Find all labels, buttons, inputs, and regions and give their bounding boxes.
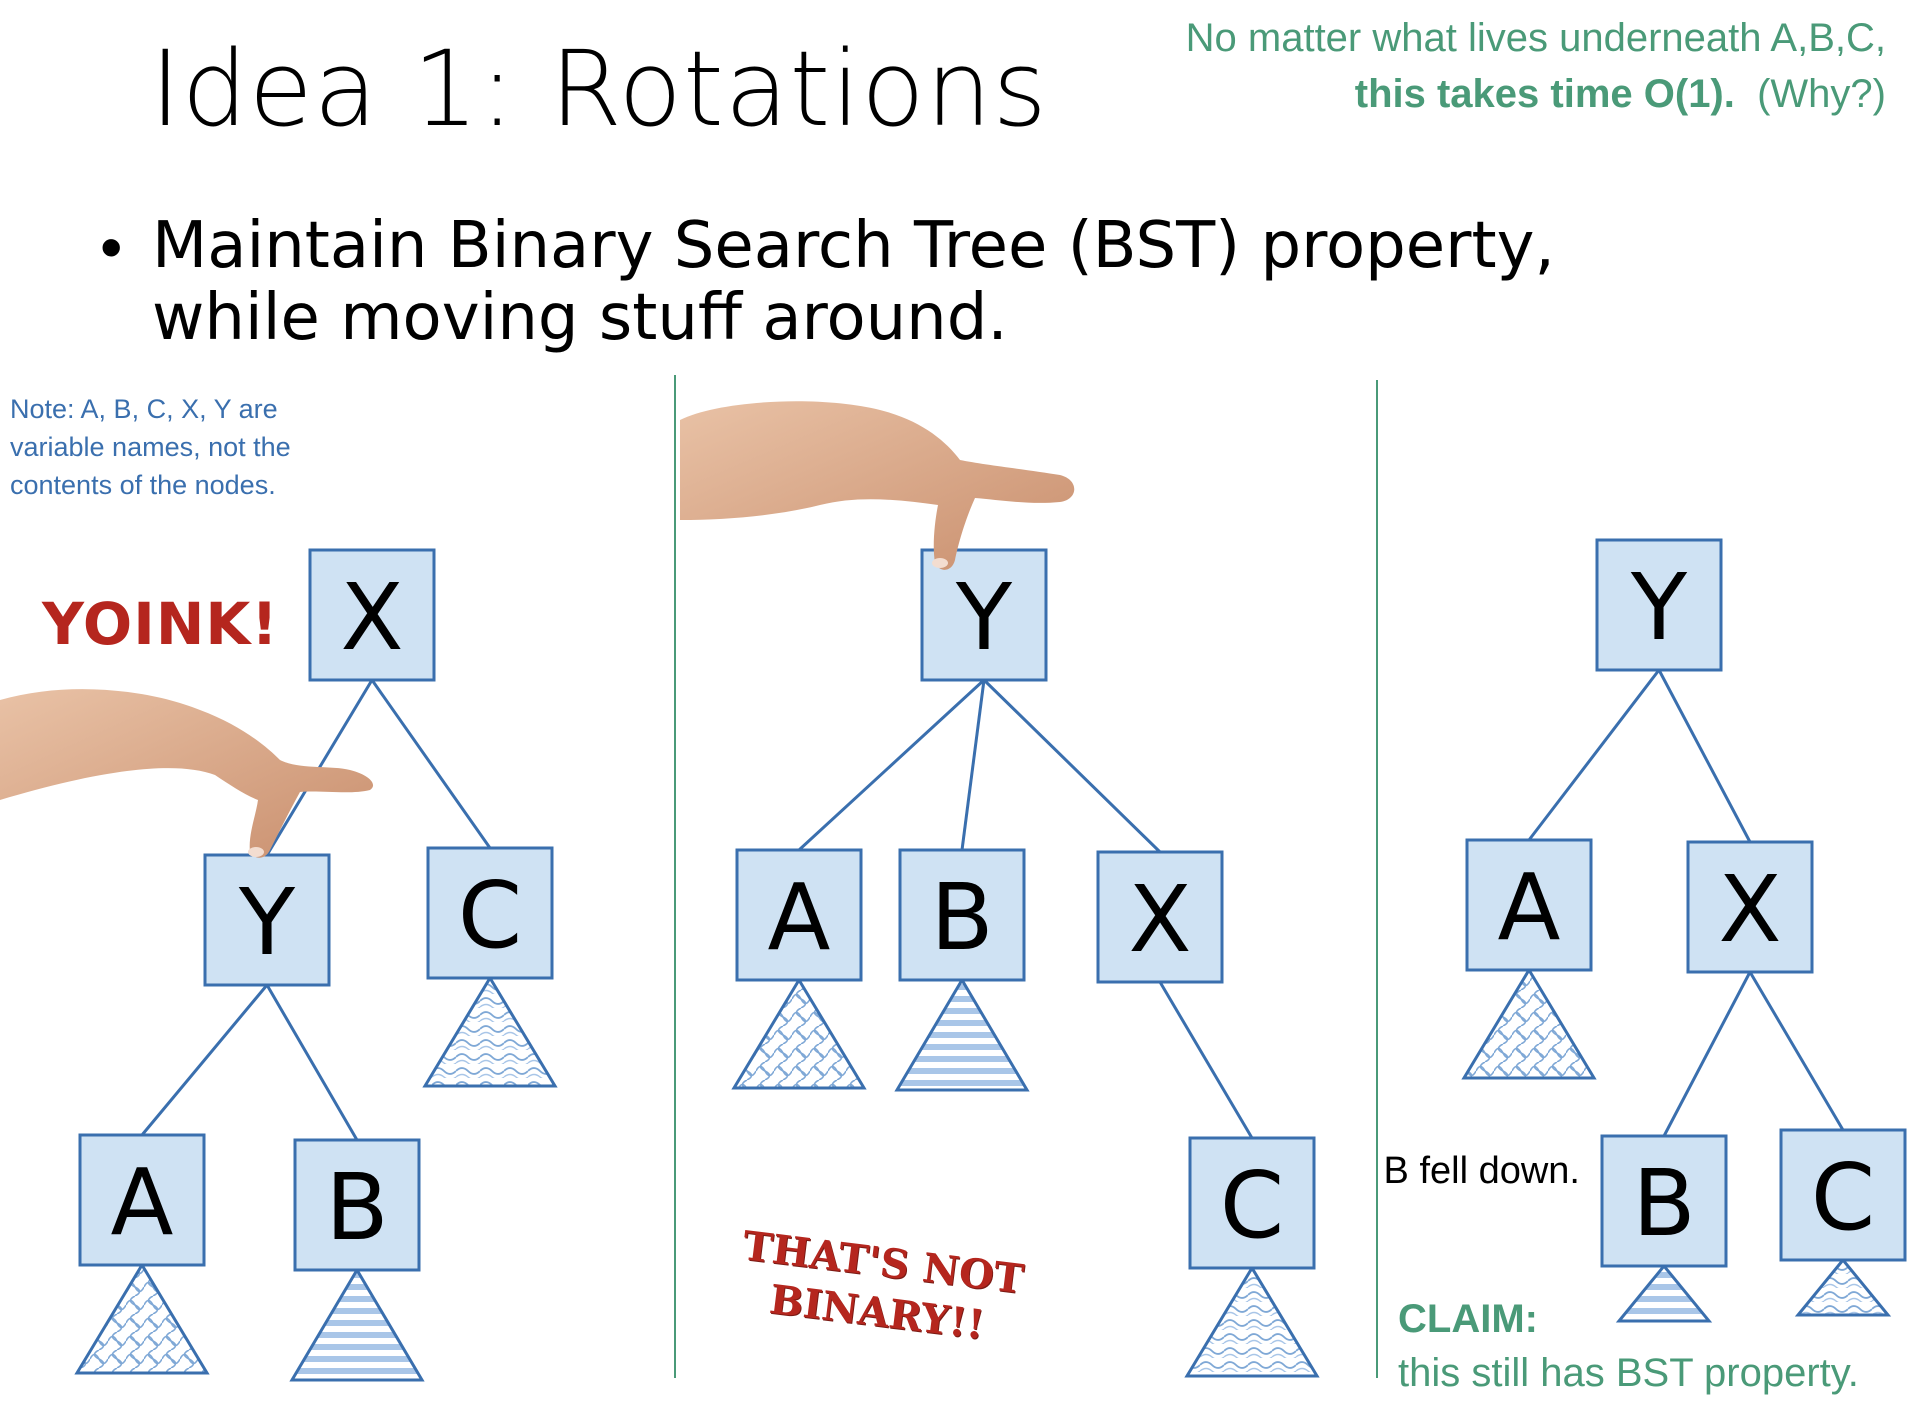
tree-edge-y-b — [960, 679, 986, 851]
hand-icon-middle — [680, 401, 1075, 570]
subtree-a-triangle — [731, 977, 867, 1090]
subtree-c-triangle — [422, 975, 558, 1088]
hand-icon-left — [0, 689, 374, 858]
tree-edge-x-b — [1662, 971, 1752, 1137]
subtree-b-triangle — [289, 1267, 425, 1382]
claim-text: this still has BST property. — [1398, 1351, 1859, 1395]
yoink-exclamation: YOINK! — [42, 590, 279, 658]
node-label-b: B — [930, 864, 993, 971]
subtree-a-triangle — [1461, 967, 1597, 1080]
node-label-b: B — [325, 1154, 388, 1261]
node-label-a: A — [768, 864, 831, 971]
tree-edge-x-c — [1748, 971, 1845, 1131]
node-label-x: X — [1128, 866, 1191, 973]
tree-edge-y-x — [982, 678, 1162, 854]
tree-edge-y-a — [140, 984, 269, 1136]
node-label-c: C — [1811, 1144, 1875, 1251]
panel-1: X Y C A B — [74, 548, 558, 1382]
node-label-x: X — [340, 564, 403, 671]
subtree-c-triangle — [1184, 1265, 1320, 1378]
node-label-x: X — [1718, 856, 1781, 963]
bst-claim: CLAIM: this still has BST property. — [1398, 1292, 1859, 1400]
node-label-y: Y — [1630, 554, 1688, 661]
panel-3: Y A X B C — [1461, 538, 1907, 1323]
subtree-b-triangle — [894, 977, 1030, 1092]
node-label-y: Y — [955, 564, 1013, 671]
subtree-a-triangle — [74, 1262, 210, 1375]
node-label-a: A — [111, 1149, 174, 1256]
tree-edge-y-a — [797, 678, 986, 852]
node-label-c: C — [1220, 1152, 1284, 1259]
node-label-c: C — [458, 862, 522, 969]
tree-edge-y-x — [1657, 669, 1752, 843]
rotation-diagram: XY CA BYA B XCYA XB C — [0, 375, 1907, 1382]
tree-edge-y-b — [265, 984, 359, 1141]
tree-edge-x-c — [1158, 981, 1254, 1139]
claim-label: CLAIM: — [1398, 1297, 1538, 1341]
node-label-a: A — [1498, 854, 1561, 961]
node-label-y: Y — [238, 869, 296, 976]
tree-edge-y-a — [1527, 669, 1661, 841]
node-label-b: B — [1632, 1150, 1695, 1257]
tree-edge-x-c — [370, 679, 492, 849]
b-fell-down-label: B fell down. — [1383, 1150, 1580, 1192]
